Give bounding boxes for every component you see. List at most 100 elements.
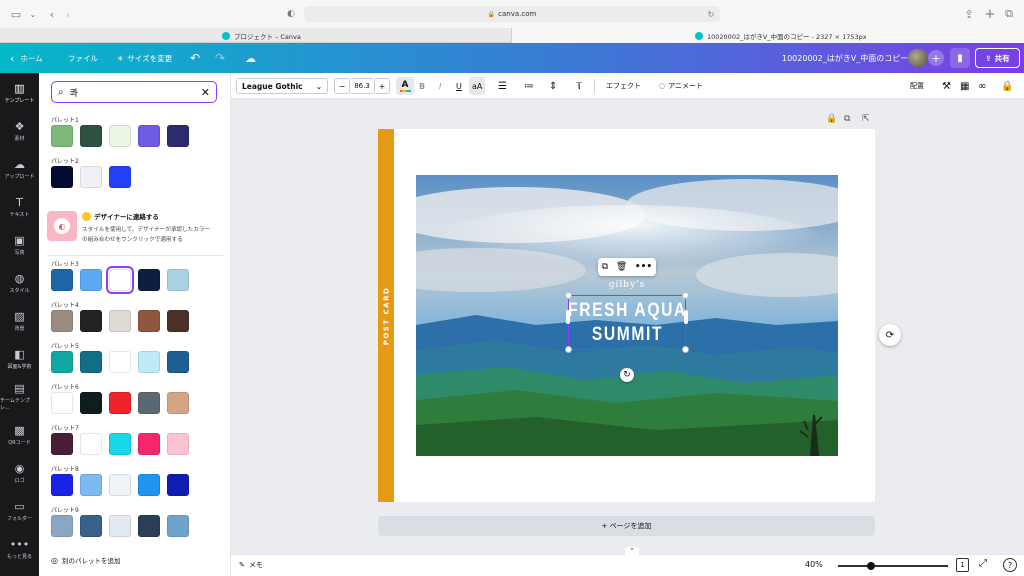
animate-button[interactable]: ◌ アニメート (659, 73, 703, 99)
zoom-level[interactable]: 40% (805, 560, 823, 569)
avatar[interactable] (908, 49, 928, 67)
text-color-button[interactable]: A (396, 77, 414, 95)
color-swatch[interactable] (80, 269, 102, 291)
rail-item[interactable]: ▥ テンプレート (0, 74, 39, 112)
color-swatch[interactable] (51, 166, 73, 188)
page-count[interactable]: 1 (956, 558, 969, 572)
color-swatch[interactable] (167, 269, 189, 291)
side-handle[interactable] (566, 310, 570, 324)
cloud-save-icon[interactable]: ☁ (245, 43, 256, 73)
color-swatch[interactable] (80, 515, 102, 537)
brand-subtitle[interactable]: gilby's (595, 280, 659, 290)
color-swatch[interactable] (138, 269, 160, 291)
color-swatch[interactable] (167, 515, 189, 537)
color-swatch[interactable] (51, 310, 73, 332)
share-button[interactable]: ⇪ 共有 (975, 48, 1020, 68)
effects-button[interactable]: エフェクト (606, 73, 641, 99)
color-swatch[interactable] (138, 433, 160, 455)
undo-icon[interactable]: ↶ (190, 43, 200, 73)
rail-item[interactable]: ▨ 背景 (0, 302, 39, 340)
side-handle[interactable] (684, 310, 688, 324)
zoom-slider[interactable] (838, 565, 948, 567)
sidebar-toggle-icon[interactable]: ▭ (8, 6, 24, 22)
designer-promo[interactable]: ◐ デザイナーに連絡する スタイルを使用して、デザイナーが承認したカラー の組み… (47, 209, 223, 251)
color-swatch[interactable] (109, 515, 131, 537)
tab-document[interactable]: 10020002_はがきV_中面のコピー - 2327 × 1753px (511, 28, 1024, 43)
resize-handle[interactable] (565, 346, 572, 353)
resize-handle[interactable] (682, 346, 689, 353)
chevron-down-icon[interactable]: ⌄ (28, 6, 38, 22)
color-swatch[interactable] (138, 392, 160, 414)
redo-icon[interactable]: ↷ (215, 43, 225, 73)
color-swatch[interactable] (51, 474, 73, 496)
more-options-icon[interactable]: ••• (635, 262, 652, 272)
link-icon[interactable]: ∞ (978, 73, 986, 99)
document-title[interactable]: 10020002_はがきV_中面のコピー (782, 43, 908, 73)
selected-title-textbox[interactable]: FRESH AQUA SUMMIT (565, 292, 689, 353)
rail-item[interactable]: ▣ 写真 (0, 226, 39, 264)
color-swatch[interactable] (109, 310, 131, 332)
rail-item[interactable]: ☁ アップロード (0, 150, 39, 188)
resize-handle[interactable] (682, 292, 689, 299)
font-size-input[interactable]: 86.3 (351, 78, 373, 94)
color-swatch[interactable] (51, 269, 73, 291)
color-swatch[interactable] (80, 125, 102, 147)
color-swatch[interactable] (138, 515, 160, 537)
decrease-size-button[interactable]: − (334, 78, 350, 94)
notes-button[interactable]: ✎ メモ (239, 560, 263, 570)
refresh-suggestion-icon[interactable]: ⟳ (879, 324, 901, 346)
help-icon[interactable]: ? (1003, 558, 1017, 572)
color-swatch[interactable] (138, 310, 160, 332)
share-page-icon[interactable]: ⇪ (962, 6, 976, 22)
resize-button[interactable]: ✳ サイズを変更 (117, 43, 172, 73)
color-swatch[interactable] (51, 515, 73, 537)
tab-projects[interactable]: プロジェクト – Canva (0, 28, 511, 43)
paint-format-icon[interactable]: ⚒ (942, 73, 951, 99)
duplicate-page-icon[interactable]: ⧉ (844, 114, 850, 124)
duplicate-icon[interactable]: ⧉ (602, 262, 608, 272)
rail-item[interactable]: ❖ 素材 (0, 112, 39, 150)
address-bar[interactable]: 🔒 canva.com (304, 6, 720, 22)
insights-chart-icon[interactable]: ▮ (950, 48, 970, 68)
color-swatch[interactable] (167, 433, 189, 455)
forward-icon[interactable]: › (62, 6, 74, 22)
color-swatch[interactable] (167, 474, 189, 496)
color-swatch[interactable] (51, 125, 73, 147)
add-page-button[interactable]: + ページを追加 (378, 516, 875, 536)
transparency-icon[interactable]: ▦ (960, 73, 969, 99)
color-swatch[interactable] (80, 310, 102, 332)
home-button[interactable]: ‹ ホーム (10, 43, 43, 73)
back-icon[interactable]: ‹ (46, 6, 58, 22)
color-swatch[interactable] (167, 392, 189, 414)
color-swatch[interactable] (109, 392, 131, 414)
list-icon[interactable]: ≔ (524, 73, 534, 99)
position-button[interactable]: 配置 (910, 73, 924, 99)
color-swatch[interactable] (80, 433, 102, 455)
rail-item[interactable]: ▤ チームテンプレ... (0, 378, 39, 416)
color-swatch[interactable] (167, 351, 189, 373)
page-lock-icon[interactable]: 🔒 (826, 114, 837, 124)
search-box[interactable]: ⌕ ✕ (51, 81, 217, 103)
reload-icon[interactable]: ↻ (706, 8, 716, 20)
letter-case-button[interactable]: aA (469, 77, 486, 95)
spacing-icon[interactable]: ⇕ (549, 73, 557, 99)
rail-item[interactable]: T テキスト (0, 188, 39, 226)
bold-button[interactable]: B (419, 73, 425, 99)
rail-item[interactable]: ◍ スタイル (0, 264, 39, 302)
file-menu[interactable]: ファイル (68, 43, 98, 73)
rail-item[interactable]: ◉ ロゴ (0, 454, 39, 492)
color-swatch[interactable] (80, 474, 102, 496)
rotate-handle-icon[interactable]: ↻ (620, 368, 634, 382)
color-swatch[interactable] (109, 351, 131, 373)
color-swatch[interactable] (167, 125, 189, 147)
color-swatch[interactable] (106, 266, 134, 294)
rail-item[interactable]: ◧ 図面&学術 (0, 340, 39, 378)
color-swatch[interactable] (51, 351, 73, 373)
color-swatch[interactable] (138, 125, 160, 147)
increase-size-button[interactable]: + (374, 78, 390, 94)
new-tab-icon[interactable]: + (983, 6, 997, 22)
text-direction-icon[interactable]: Ⲧ (576, 73, 582, 99)
color-swatch[interactable] (109, 474, 131, 496)
color-swatch[interactable] (80, 392, 102, 414)
add-page-icon[interactable]: ⇱ (862, 114, 870, 124)
